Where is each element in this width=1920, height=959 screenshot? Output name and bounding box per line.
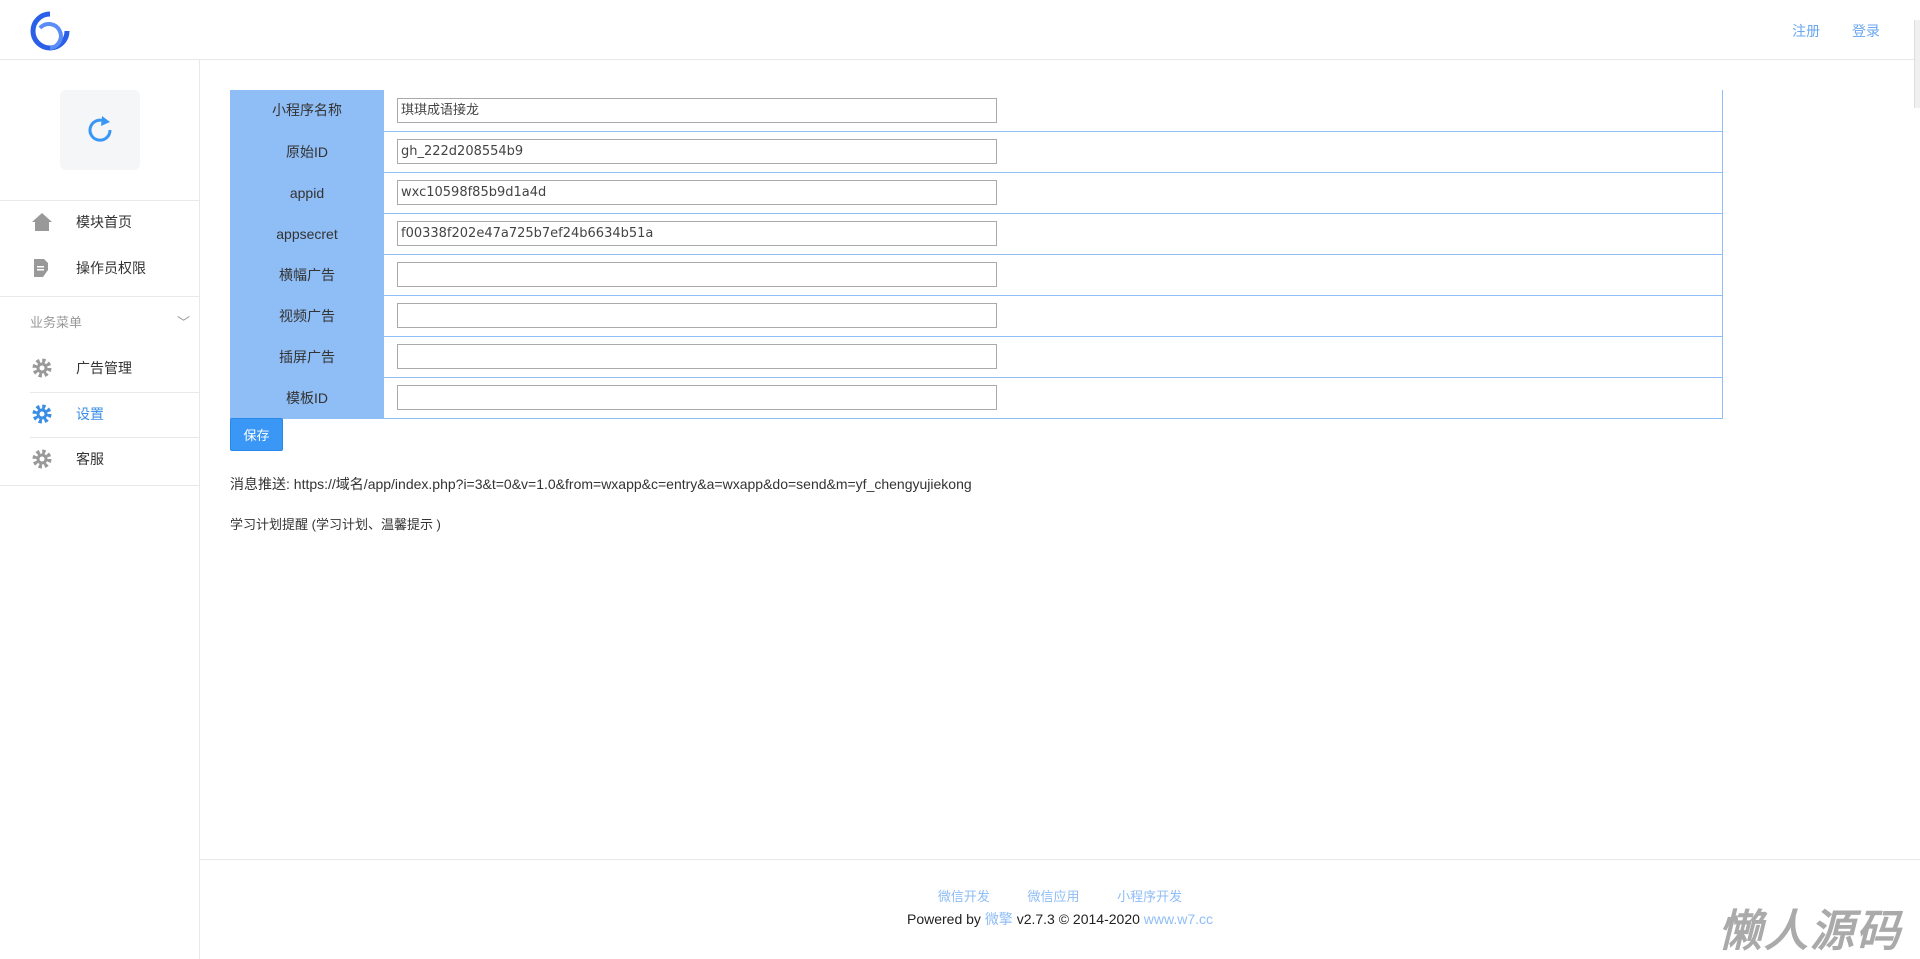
field-cell: wxc10598f85b9d1a4d bbox=[384, 172, 1723, 214]
field-input[interactable]: wxc10598f85b9d1a4d bbox=[397, 180, 997, 205]
version-text: v2.7.3 © 2014-2020 bbox=[1016, 911, 1140, 927]
field-input[interactable]: 琪琪成语接龙 bbox=[397, 97, 997, 123]
sidebar-item-settings[interactable]: 设置 bbox=[0, 394, 200, 434]
home-icon bbox=[31, 211, 53, 233]
field-input[interactable]: f00338f202e47a725b7ef24b6634b51a bbox=[397, 221, 997, 246]
field-label: 横幅广告 bbox=[230, 254, 384, 296]
form-row: appid wxc10598f85b9d1a4d bbox=[230, 172, 1723, 214]
footer-link-wechat-dev[interactable]: 微信开发 bbox=[938, 889, 990, 904]
gear-icon bbox=[31, 448, 53, 470]
field-label: 插屏广告 bbox=[230, 336, 384, 378]
form-row: 小程序名称 琪琪成语接龙 bbox=[230, 90, 1723, 132]
watermark: 懒人源码 bbox=[1718, 907, 1902, 956]
scrollbar[interactable] bbox=[1914, 20, 1920, 108]
brand-link[interactable]: 微擎 bbox=[985, 911, 1013, 927]
gear-icon bbox=[31, 403, 53, 425]
footer: 微信开发 微信应用 小程序开发 Powered by 微擎 v2.7.3 © 2… bbox=[200, 859, 1920, 959]
powered-by: Powered by bbox=[906, 911, 981, 927]
field-input[interactable] bbox=[397, 344, 997, 369]
field-cell bbox=[384, 295, 1723, 337]
field-input[interactable] bbox=[397, 303, 997, 328]
sidebar-item-label: 客服 bbox=[76, 451, 104, 467]
save-button[interactable]: 保存 bbox=[230, 418, 283, 451]
sidebar-item-label: 设置 bbox=[76, 406, 104, 422]
refresh-icon bbox=[88, 116, 112, 142]
sidebar-item-operator-permissions[interactable]: 操作员权限 bbox=[0, 248, 200, 288]
field-cell: gh_222d208554b9 bbox=[384, 131, 1723, 173]
field-label: 原始ID bbox=[230, 131, 384, 173]
document-edit-icon bbox=[31, 257, 53, 279]
field-input[interactable] bbox=[397, 385, 997, 410]
field-cell bbox=[384, 377, 1723, 419]
gear-icon bbox=[31, 357, 53, 379]
form-row: 横幅广告 bbox=[230, 254, 1723, 296]
sidebar-item-ad-management[interactable]: 广告管理 bbox=[0, 348, 200, 388]
field-label: 小程序名称 bbox=[230, 90, 384, 132]
field-label: 视频广告 bbox=[230, 295, 384, 337]
field-cell: 琪琪成语接龙 bbox=[384, 90, 1723, 132]
top-header: 注册 登录 bbox=[0, 0, 1920, 60]
form-row: 视频广告 bbox=[230, 295, 1723, 337]
chevron-down-icon: ﹀ bbox=[176, 315, 190, 330]
settings-form: 小程序名称 琪琪成语接龙 原始ID gh_222d208554b9appid wxc10… bbox=[230, 90, 1723, 419]
field-cell bbox=[384, 336, 1723, 378]
module-avatar[interactable] bbox=[60, 90, 140, 170]
site-link[interactable]: www.w7.cc bbox=[1144, 911, 1213, 927]
sidebar-item-customer-service[interactable]: 客服 bbox=[0, 439, 200, 479]
login-link[interactable]: 登录 bbox=[1852, 23, 1880, 39]
form-row: 原始ID gh_222d208554b9 bbox=[230, 131, 1723, 173]
sidebar-item-label: 广告管理 bbox=[76, 360, 132, 376]
sidebar-item-label: 操作员权限 bbox=[76, 260, 146, 276]
push-url-text: 消息推送: https://域名/app/index.php?i=3&t=0&v… bbox=[230, 476, 972, 492]
form-row: 模板ID bbox=[230, 377, 1723, 419]
field-label: appid bbox=[230, 172, 384, 214]
field-input[interactable] bbox=[397, 262, 997, 287]
field-label: 模板ID bbox=[230, 377, 384, 419]
sidebar-item-label: 模块首页 bbox=[76, 214, 132, 230]
form-row: appsecret f00338f202e47a725b7ef24b6634b51… bbox=[230, 213, 1723, 255]
logo-icon[interactable] bbox=[28, 10, 72, 52]
field-label: appsecret bbox=[230, 213, 384, 255]
group-label: 业务菜单 bbox=[30, 315, 83, 330]
field-input[interactable]: gh_222d208554b9 bbox=[397, 139, 997, 164]
field-cell bbox=[384, 254, 1723, 296]
form-row: 插屏广告 bbox=[230, 336, 1723, 378]
sidebar-item-home[interactable]: 模块首页 bbox=[0, 202, 200, 242]
field-cell: f00338f202e47a725b7ef24b6634b51a bbox=[384, 213, 1723, 255]
sidebar: 模块首页 操作员权限 业务菜单 ﹀ 广告管理 设置 客服 bbox=[0, 60, 200, 959]
study-plan-reminder-text: 学习计划提醒 (学习计划、温馨提示 ) bbox=[230, 517, 441, 532]
business-menu-toggle[interactable]: 业务菜单 ﹀ bbox=[30, 312, 190, 331]
footer-link-miniprogram-dev[interactable]: 小程序开发 bbox=[1117, 889, 1182, 904]
register-link[interactable]: 注册 bbox=[1792, 23, 1820, 39]
footer-link-wechat-apps[interactable]: 微信应用 bbox=[1027, 889, 1079, 904]
